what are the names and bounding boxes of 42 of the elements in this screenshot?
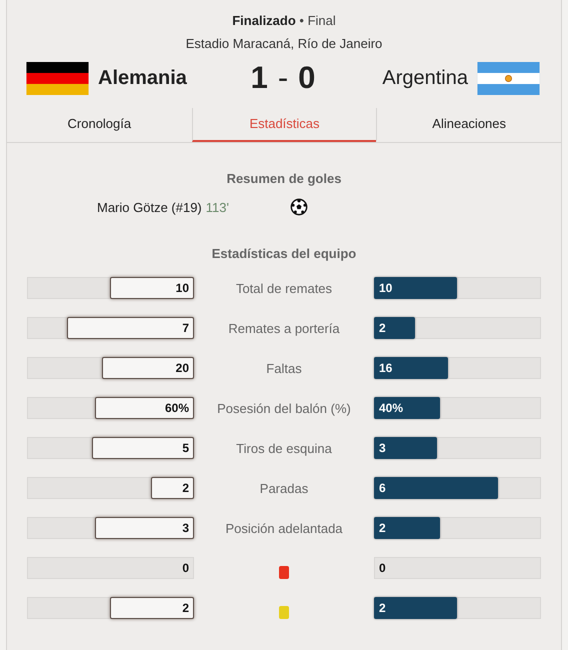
- stat-label: Posesión del balón (%): [217, 400, 351, 416]
- stat-value: 40%: [378, 401, 404, 415]
- section-title: Estadísticas del equipo: [210, 246, 358, 261]
- stat-label: Remates a portería: [228, 320, 340, 336]
- stat-value: 6: [378, 481, 387, 495]
- stat-value: 10: [378, 281, 394, 295]
- stat-value: 2: [181, 481, 190, 495]
- stat-value: 20: [174, 361, 190, 375]
- venue-text: Estadio Maracaná, Río de Janeiro: [184, 35, 384, 53]
- team-name: Argentina: [382, 66, 468, 90]
- stat-value: 2: [181, 601, 190, 615]
- stat-value: 2: [378, 521, 387, 535]
- soccer-ball-icon: [290, 198, 308, 216]
- stat-value: 3: [378, 441, 387, 455]
- stat-label: Faltas: [266, 360, 302, 376]
- score-value: 0: [298, 60, 316, 96]
- stat-label: Posición adelantada: [225, 520, 343, 536]
- stat-label: Total de remates: [236, 280, 332, 296]
- section-title: Resumen de goles: [226, 171, 342, 186]
- score-value: 1: [250, 60, 268, 96]
- stat-value: 3: [181, 521, 190, 535]
- stat-value: 0: [378, 561, 387, 575]
- flag-icon: [477, 62, 540, 94]
- scorer-name: Mario Götze (#19): [97, 200, 202, 214]
- stat-value: 5: [181, 441, 190, 455]
- tab[interactable]: Cronología: [7, 108, 192, 142]
- stat-value: 16: [378, 361, 394, 375]
- goal-minute: 113': [206, 200, 229, 214]
- score-separator: -: [278, 60, 288, 96]
- stat-label: Tiros de esquina: [236, 440, 332, 456]
- stat-value: 2: [378, 321, 387, 335]
- stat-value: 60%: [164, 401, 190, 415]
- stat-label: Paradas: [260, 480, 308, 496]
- tab[interactable]: Alineaciones: [376, 108, 561, 142]
- team-name: Alemania: [98, 66, 187, 90]
- stat-value: 2: [378, 601, 387, 615]
- stat-value: 0: [181, 561, 190, 575]
- stat-value: 10: [174, 281, 190, 295]
- match-status: Finalizado • Final: [231, 12, 337, 30]
- tab[interactable]: Estadísticas: [192, 108, 376, 142]
- stat-value: 7: [181, 321, 190, 335]
- flag-icon: [26, 62, 89, 94]
